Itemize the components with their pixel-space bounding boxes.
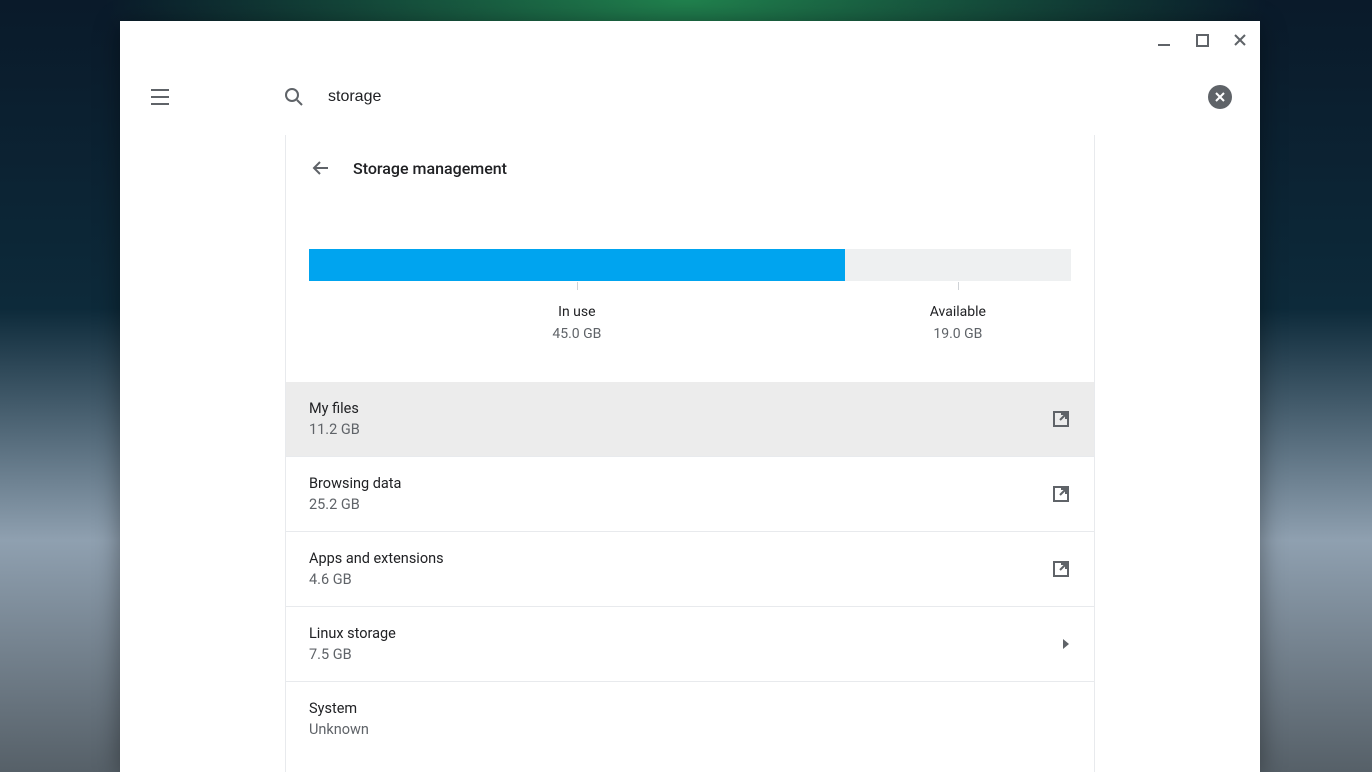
bar-ticks xyxy=(309,282,1071,290)
row-texts: My files 11.2 GB xyxy=(309,400,1051,438)
window-titlebar xyxy=(120,21,1260,59)
menu-button[interactable] xyxy=(120,88,200,106)
storage-rows: My files 11.2 GB Browsing data 25.2 GB Apps … xyxy=(285,382,1095,756)
open-external-icon xyxy=(1051,409,1071,429)
row-texts: System Unknown xyxy=(309,700,1071,738)
search-row xyxy=(120,59,1260,135)
row-title: System xyxy=(309,700,1071,717)
storage-row-linux-storage[interactable]: Linux storage 7.5 GB xyxy=(285,606,1095,681)
open-external-icon xyxy=(1051,559,1071,579)
available-label: Available xyxy=(845,304,1071,320)
row-title: Browsing data xyxy=(309,475,1051,492)
maximize-button[interactable] xyxy=(1190,28,1214,52)
page-header: Storage management xyxy=(285,135,1095,201)
content-area: Storage management In use 45.0 GB Avai xyxy=(120,135,1260,772)
search-input[interactable] xyxy=(328,88,1208,106)
in-use-value: 45.0 GB xyxy=(309,326,845,342)
row-value: 7.5 GB xyxy=(309,646,1061,663)
row-title: Linux storage xyxy=(309,625,1061,642)
caret-right-icon xyxy=(1061,638,1071,650)
open-external-icon xyxy=(1051,484,1071,504)
settings-window: Storage management In use 45.0 GB Avai xyxy=(120,21,1260,772)
row-texts: Linux storage 7.5 GB xyxy=(309,625,1061,663)
row-value: 4.6 GB xyxy=(309,571,1051,588)
storage-bar-fill xyxy=(309,249,845,281)
available-value: 19.0 GB xyxy=(845,326,1071,342)
settings-panel: Storage management In use 45.0 GB Avai xyxy=(285,135,1095,772)
back-button[interactable] xyxy=(309,156,333,180)
storage-chart: In use 45.0 GB Available 19.0 GB xyxy=(285,201,1095,382)
row-value: Unknown xyxy=(309,721,1071,738)
row-value: 25.2 GB xyxy=(309,496,1051,513)
in-use-label: In use xyxy=(309,304,845,320)
page-title: Storage management xyxy=(353,159,507,178)
bar-labels: In use 45.0 GB Available 19.0 GB xyxy=(309,304,1071,342)
tick-in-use xyxy=(577,282,578,290)
storage-row-my-files[interactable]: My files 11.2 GB xyxy=(285,382,1095,456)
row-value: 11.2 GB xyxy=(309,421,1051,438)
row-texts: Browsing data 25.2 GB xyxy=(309,475,1051,513)
bar-col-in-use: In use 45.0 GB xyxy=(309,304,845,342)
search-area xyxy=(200,85,1260,109)
row-title: Apps and extensions xyxy=(309,550,1051,567)
clear-search-button[interactable] xyxy=(1208,85,1232,109)
search-icon xyxy=(284,87,304,107)
row-texts: Apps and extensions 4.6 GB xyxy=(309,550,1051,588)
close-button[interactable] xyxy=(1228,28,1252,52)
storage-row-browsing-data[interactable]: Browsing data 25.2 GB xyxy=(285,456,1095,531)
storage-bar xyxy=(309,249,1071,281)
minimize-button[interactable] xyxy=(1152,28,1176,52)
bar-col-available: Available 19.0 GB xyxy=(845,304,1071,342)
tick-available xyxy=(958,282,959,290)
storage-row-system[interactable]: System Unknown xyxy=(285,681,1095,756)
storage-row-apps-and-extensions[interactable]: Apps and extensions 4.6 GB xyxy=(285,531,1095,606)
row-title: My files xyxy=(309,400,1051,417)
